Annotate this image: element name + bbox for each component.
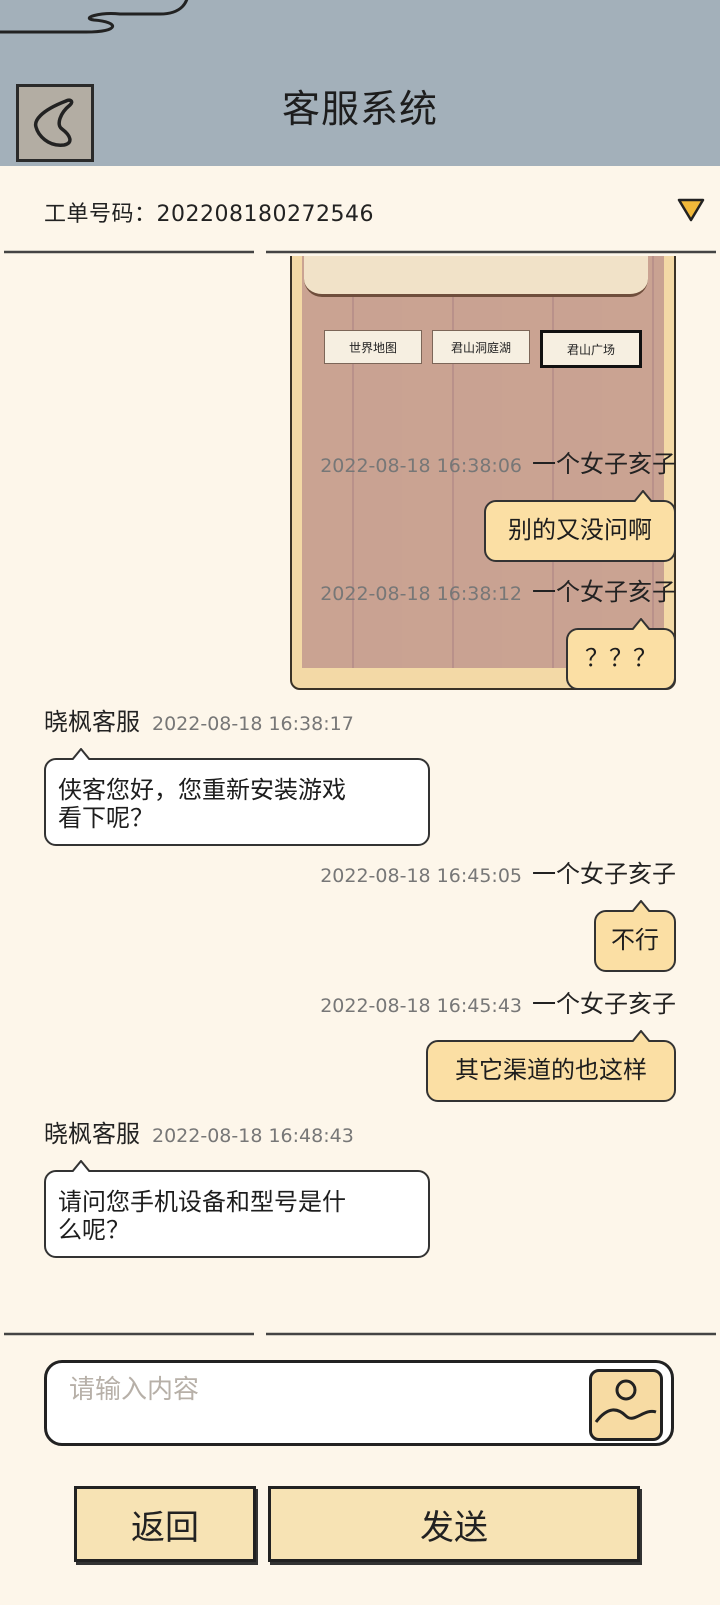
message-text: 别的又没问啊 xyxy=(508,516,652,544)
message-sender: 一个女子亥子 xyxy=(532,860,676,888)
message-input[interactable] xyxy=(67,1369,551,1411)
message-text-line: 侠客您好，您重新安装游戏 xyxy=(58,776,346,804)
bubble-tail xyxy=(632,618,650,630)
message-time: 2022-08-18 16:45:05 xyxy=(320,865,522,887)
message-text: 不行 xyxy=(611,926,659,954)
image-button-junshan-lake: 君山洞庭湖 xyxy=(432,330,530,364)
triangle-down-icon[interactable] xyxy=(676,196,706,224)
return-button[interactable]: 返回 xyxy=(74,1486,256,1562)
image-button-junshan-square: 君山广场 xyxy=(540,330,642,368)
back-button[interactable] xyxy=(16,84,94,162)
message-time: 2022-08-18 16:38:12 xyxy=(320,583,522,605)
message-meta: 2022-08-18 16:38:12 一个女子亥子 xyxy=(320,572,676,607)
message-sender: 一个女子亥子 xyxy=(532,578,676,606)
message-sender: 晓枫客服 xyxy=(44,1120,140,1148)
send-button[interactable]: 发送 xyxy=(268,1486,640,1562)
bubble-tail xyxy=(72,748,90,760)
message-text-line: 请问您手机设备和型号是什 xyxy=(58,1188,346,1216)
image-upload-icon xyxy=(594,1379,657,1423)
message-sender: 一个女子亥子 xyxy=(532,990,676,1018)
message-sender: 一个女子亥子 xyxy=(532,450,676,478)
user-message-bubble[interactable]: ？？？ xyxy=(566,618,676,690)
divider xyxy=(4,1332,716,1336)
message-sender: 晓枫客服 xyxy=(44,708,140,736)
message-time: 2022-08-18 16:45:43 xyxy=(320,995,522,1017)
message-meta: 2022-08-18 16:45:43 一个女子亥子 xyxy=(320,984,676,1019)
message-meta: 晓枫客服 2022-08-18 16:38:17 xyxy=(44,702,354,737)
user-message-bubble[interactable]: 不行 xyxy=(594,900,676,972)
ticket-number: 工单号码：202208180272546 xyxy=(44,202,374,227)
user-message-bubble[interactable]: 别的又没问啊 xyxy=(484,490,676,562)
back-arrow-icon xyxy=(33,98,74,147)
message-time: 2022-08-18 16:38:06 xyxy=(320,455,522,477)
message-meta: 晓枫客服 2022-08-18 16:48:43 xyxy=(44,1114,354,1149)
agent-message-bubble[interactable]: 请问您手机设备和型号是什 么呢？ xyxy=(44,1160,430,1258)
cloud-decoration-icon xyxy=(0,0,189,34)
bubble-tail xyxy=(72,1160,90,1172)
user-message-bubble[interactable]: 其它渠道的也这样 xyxy=(426,1030,676,1102)
page-title: 客服系统 xyxy=(281,87,438,131)
bubble-tail xyxy=(632,1030,650,1042)
message-input-box[interactable] xyxy=(44,1360,674,1446)
bubble-tail xyxy=(634,490,652,502)
message-time: 2022-08-18 16:38:17 xyxy=(152,713,354,735)
divider xyxy=(4,250,716,254)
image-button-world-map: 世界地图 xyxy=(324,330,422,364)
message-text: 其它渠道的也这样 xyxy=(455,1056,647,1084)
chat-area[interactable]: 世界地图 君山洞庭湖 君山广场 2022-08-18 16:38:06 一个女子亥… xyxy=(0,256,720,1330)
message-time: 2022-08-18 16:48:43 xyxy=(152,1125,354,1147)
message-meta: 2022-08-18 16:38:06 一个女子亥子 xyxy=(320,444,676,479)
message-text: ？？？ xyxy=(585,644,657,672)
ticket-bar: 工单号码：202208180272546 xyxy=(0,166,720,252)
image-paper xyxy=(304,256,648,297)
bubble-tail xyxy=(632,900,650,912)
message-text-line: 么呢？ xyxy=(58,1216,130,1244)
message-text-line: 看下呢？ xyxy=(58,804,154,832)
image-upload-button[interactable] xyxy=(589,1369,663,1441)
agent-message-bubble[interactable]: 侠客您好，您重新安装游戏 看下呢？ xyxy=(44,748,430,846)
message-meta: 2022-08-18 16:45:05 一个女子亥子 xyxy=(320,854,676,889)
app-header: 客服系统 xyxy=(0,0,720,166)
